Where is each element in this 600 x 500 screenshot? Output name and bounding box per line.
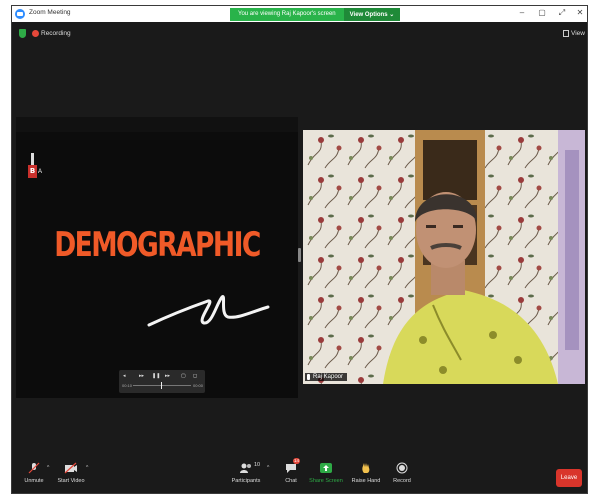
logo-b-badge: B: [28, 165, 37, 178]
logo-a-letter: A: [38, 169, 43, 175]
meeting-toolbar: Unmute ^ Start Video ^ 10 Participants ^: [12, 455, 587, 495]
share-screen-button[interactable]: Share Screen: [304, 461, 348, 484]
logo-bar-icon: [31, 153, 34, 165]
title-bar: Zoom Meeting You are viewing Raj Kapoor'…: [12, 6, 587, 22]
fullscreen-button[interactable]: ⤢: [556, 8, 568, 18]
share-screen-icon: [319, 461, 333, 473]
participants-button[interactable]: 10 Participants: [224, 461, 268, 484]
leave-button[interactable]: Leave: [556, 469, 582, 487]
player-rewind-icon[interactable]: ▸▸: [139, 373, 144, 379]
record-icon: [395, 461, 409, 474]
view-options-button[interactable]: View Options ⌄: [343, 8, 401, 21]
start-video-label: Start Video: [57, 478, 85, 484]
zoom-logo-icon: [15, 9, 25, 19]
view-button-label[interactable]: View: [571, 30, 585, 37]
player-seek-handle[interactable]: [161, 382, 162, 389]
record-button[interactable]: Record: [380, 461, 424, 484]
player-fullscreen-icon[interactable]: ◻: [193, 373, 197, 379]
participant-name-tag: Raj Kapoor: [305, 373, 348, 381]
split-view-handle[interactable]: [298, 248, 301, 262]
minimize-button[interactable]: –: [516, 8, 528, 17]
scribble-graphic: [147, 295, 270, 327]
participant-name: Raj Kapoor: [313, 374, 344, 380]
viewing-banner: You are viewing Raj Kapoor's screen View…: [230, 8, 401, 21]
close-button[interactable]: ✕: [574, 8, 586, 17]
meeting-top-bar: Recording View: [12, 22, 587, 44]
player-total-time: 00:00: [193, 383, 204, 388]
muted-microphone-icon: [27, 461, 41, 474]
player-pause-icon[interactable]: ❚❚: [152, 373, 160, 379]
window-title: Zoom Meeting: [29, 9, 71, 16]
recording-icon: [32, 30, 39, 37]
chat-unread-badge: 14: [293, 458, 301, 464]
video-off-icon: [64, 461, 78, 474]
shield-icon[interactable]: [19, 29, 26, 38]
participant-video: Raj Kapoor: [303, 130, 585, 384]
participant-video-image: [303, 130, 585, 384]
recording-label: Recording: [41, 30, 71, 37]
player-prev-icon[interactable]: ◂: [123, 373, 126, 379]
share-screen-label: Share Screen: [309, 478, 343, 484]
player-forward-icon[interactable]: ▸▸: [165, 373, 170, 379]
restore-button[interactable]: ▢: [536, 8, 548, 17]
record-label: Record: [393, 478, 411, 484]
slide-headline: DEMOGRAPHIC: [54, 225, 261, 265]
participants-label: Participants: [231, 478, 261, 484]
viewing-banner-text: You are viewing Raj Kapoor's screen: [230, 8, 344, 21]
participants-icon: 10: [239, 461, 260, 473]
raise-hand-icon: [359, 461, 373, 473]
taskbar-strip: [0, 494, 600, 500]
shared-screen: B A DEMOGRAPHIC ◂ ▸▸ ❚❚ ▸▸ ▢ ◻ 00:10 00:…: [16, 117, 298, 398]
chat-icon: 14: [284, 458, 301, 473]
microphone-icon: [307, 374, 310, 380]
zoom-window: Zoom Meeting You are viewing Raj Kapoor'…: [0, 0, 600, 500]
view-options-label: View Options: [349, 12, 388, 18]
player-current-time: 00:10: [122, 383, 133, 388]
participants-count: 10: [254, 462, 261, 468]
video-options-caret[interactable]: ^: [86, 465, 88, 471]
meeting-frame: Zoom Meeting You are viewing Raj Kapoor'…: [11, 5, 588, 494]
grid-view-icon[interactable]: [563, 30, 569, 37]
player-settings-icon[interactable]: ▢: [181, 373, 186, 379]
player-seek-bar[interactable]: [133, 385, 191, 386]
shared-screen-header-strip: [16, 117, 298, 132]
video-player-controls[interactable]: ◂ ▸▸ ❚❚ ▸▸ ▢ ◻ 00:10 00:00: [119, 370, 205, 393]
